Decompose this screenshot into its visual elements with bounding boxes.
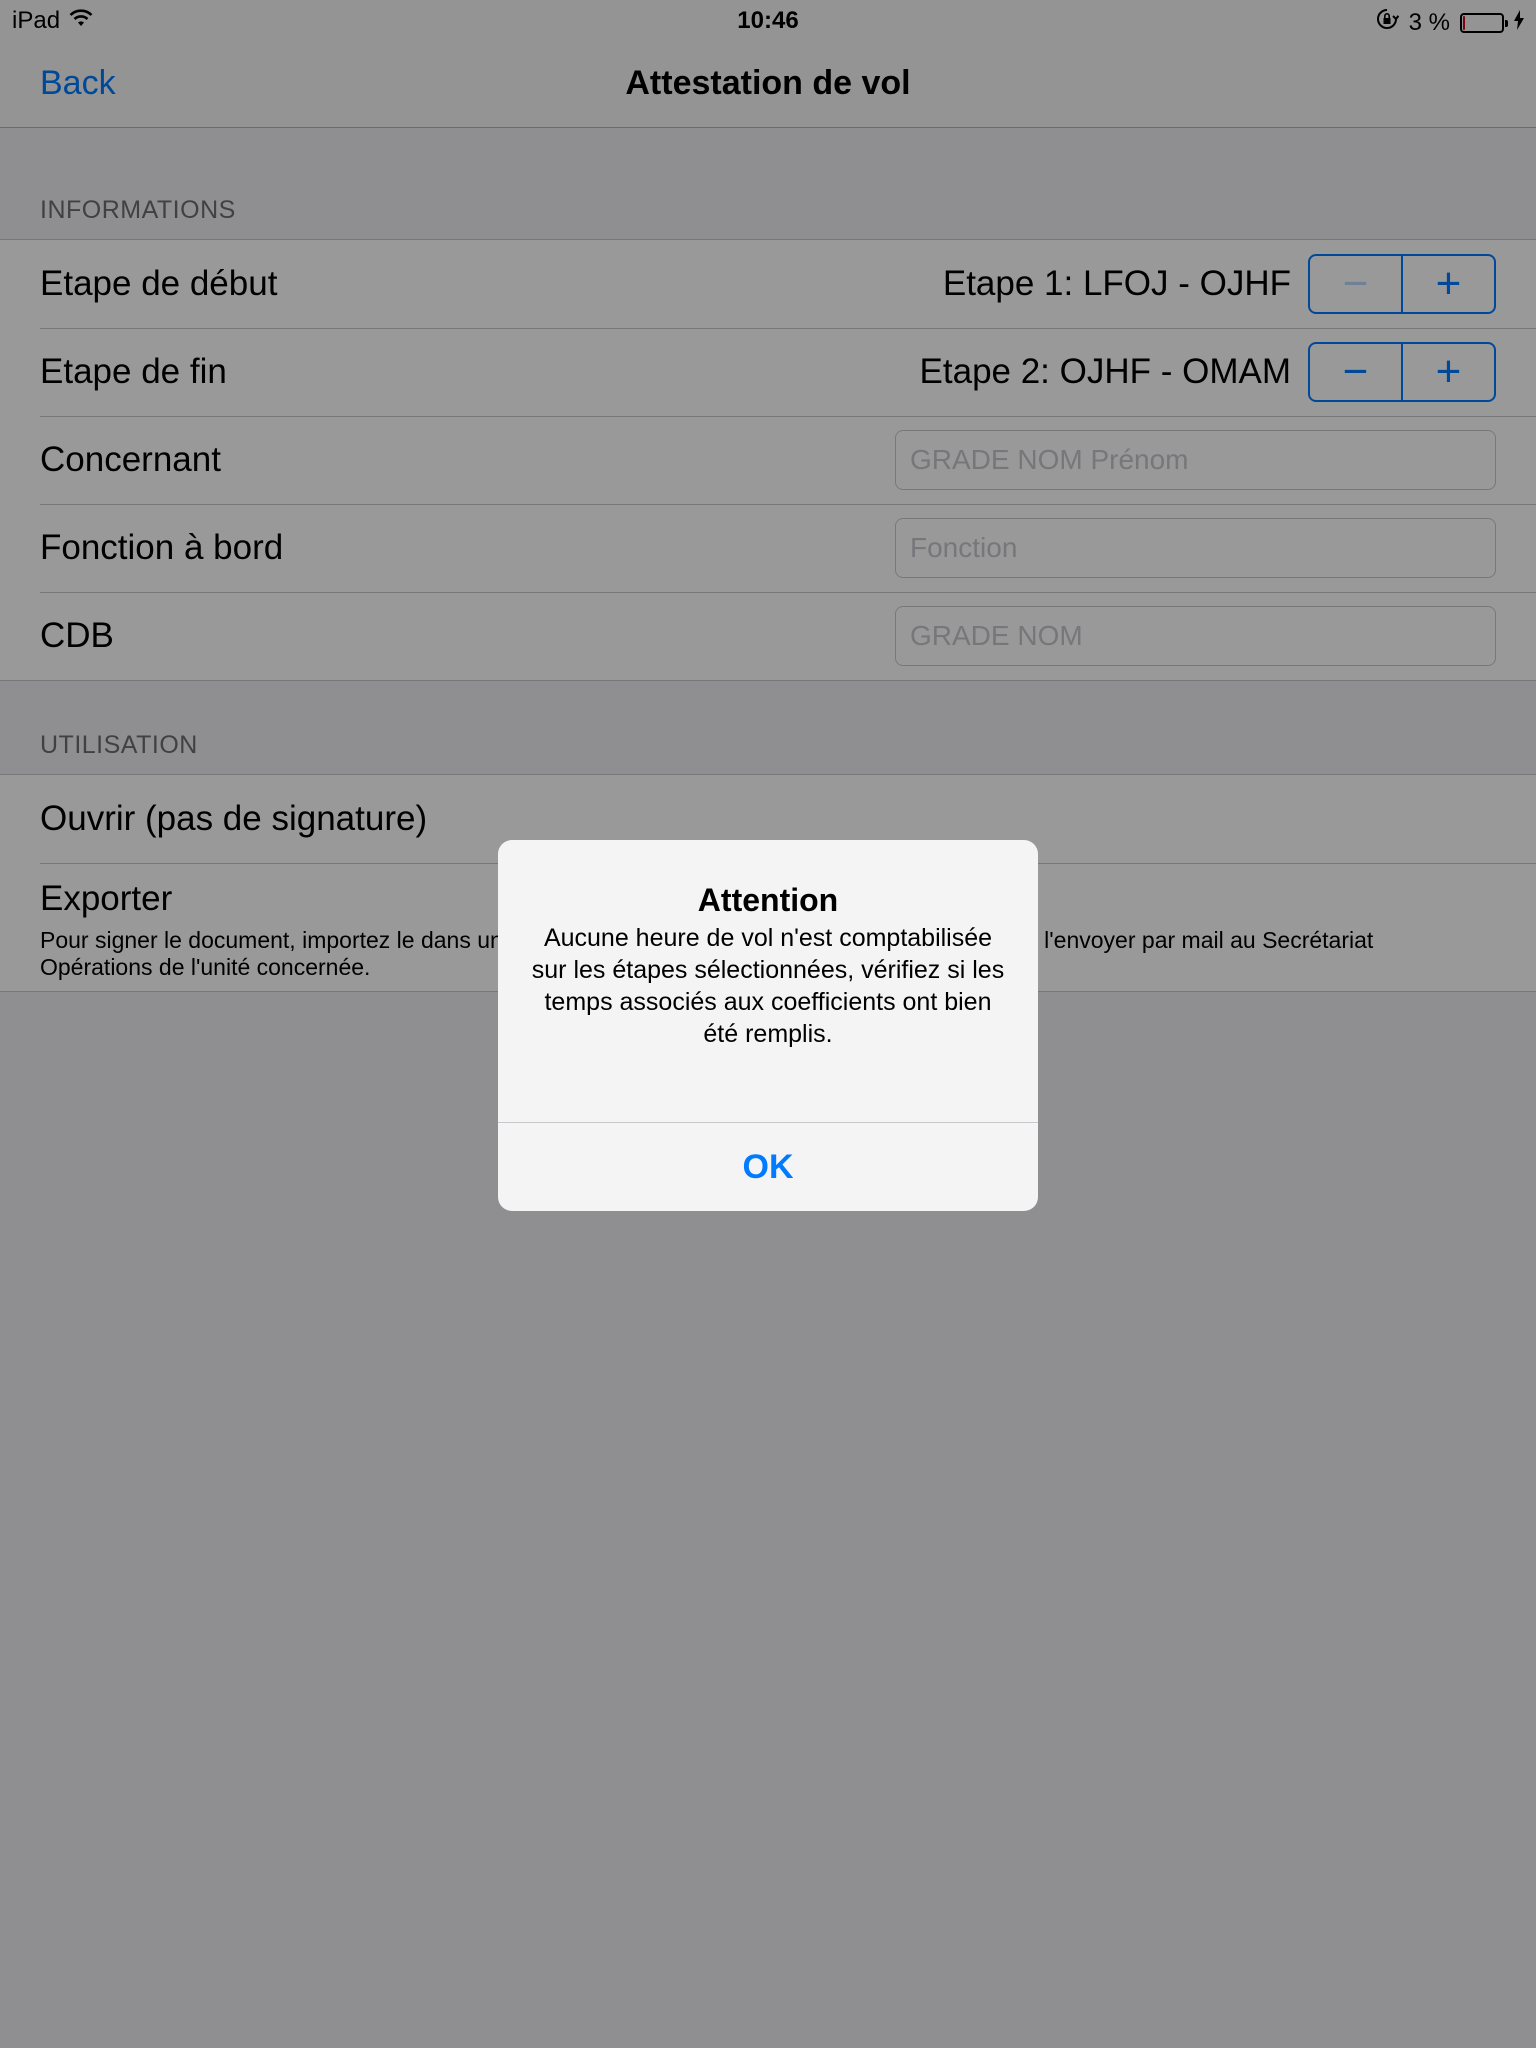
- alert-ok-button[interactable]: OK: [498, 1123, 1038, 1211]
- alert-title: Attention: [697, 882, 839, 918]
- alert-dialog: Attention Aucune heure de vol n'est comp…: [498, 840, 1038, 1211]
- alert-message: Aucune heure de vol n'est comptabilisée …: [531, 924, 1005, 1048]
